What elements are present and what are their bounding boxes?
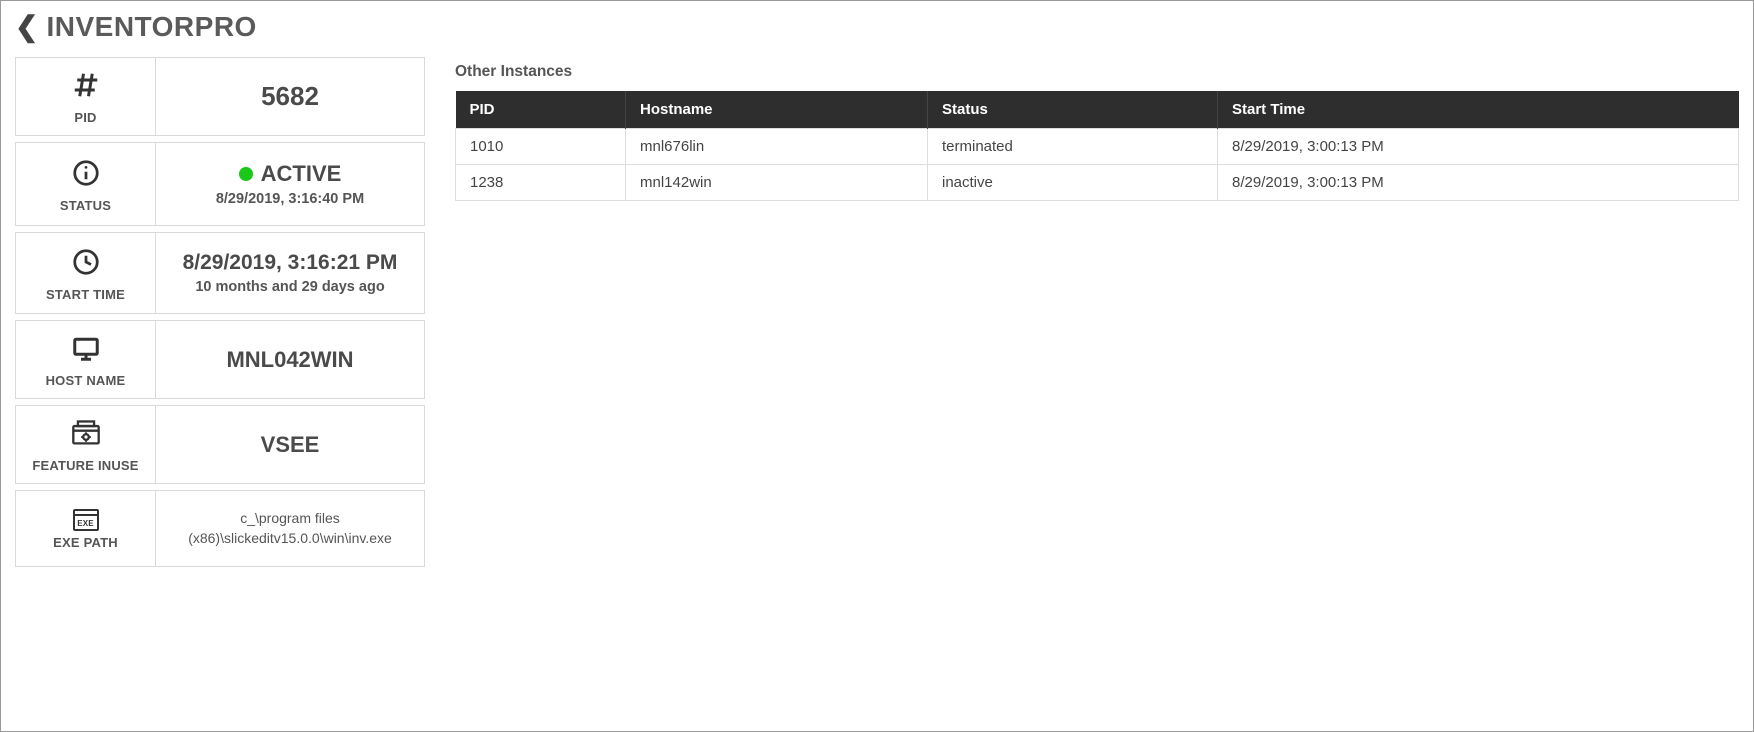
status-dot-icon — [239, 167, 253, 181]
card-host-name: HOST NAME MNL042WIN — [15, 320, 425, 399]
page-title: INVENTORPRO — [46, 11, 256, 43]
card-exe-path: EXE PATH c_\program files (x86)\slickedi… — [15, 490, 425, 567]
card-start-time-label: START TIME — [46, 287, 125, 302]
card-pid: PID 5682 — [15, 57, 425, 136]
table-row[interactable]: 1010 mnl676lin terminated 8/29/2019, 3:0… — [456, 129, 1739, 165]
hash-icon — [71, 70, 101, 106]
other-instances-title: Other Instances — [455, 63, 1739, 81]
cell-pid: 1238 — [456, 165, 626, 201]
exe-icon — [73, 509, 99, 531]
pid-value: 5682 — [261, 81, 319, 112]
table-row[interactable]: 1238 mnl142win inactive 8/29/2019, 3:00:… — [456, 165, 1739, 201]
feature-inuse-value: VSEE — [261, 432, 320, 458]
other-instances-table: PID Hostname Status Start Time 1010 mnl6… — [455, 91, 1739, 201]
other-instances-panel: Other Instances PID Hostname Status Star… — [455, 57, 1739, 567]
info-icon — [71, 158, 101, 194]
feature-icon — [71, 418, 101, 454]
card-status: STATUS ACTIVE 8/29/2019, 3:16:40 PM — [15, 142, 425, 226]
monitor-icon — [71, 333, 101, 369]
cell-start-time: 8/29/2019, 3:00:13 PM — [1218, 129, 1739, 165]
card-feature-inuse-label: FEATURE INUSE — [32, 458, 138, 473]
cell-status: inactive — [928, 165, 1218, 201]
th-status[interactable]: Status — [928, 91, 1218, 129]
card-start-time: START TIME 8/29/2019, 3:16:21 PM 10 mont… — [15, 232, 425, 314]
exe-path-value: c_\program files (x86)\slickeditv15.0.0\… — [166, 509, 414, 548]
card-pid-label: PID — [74, 110, 96, 125]
page-header: ❮ INVENTORPRO — [15, 11, 1739, 43]
card-status-label: STATUS — [60, 198, 111, 213]
cell-hostname: mnl142win — [626, 165, 928, 201]
clock-icon — [71, 247, 101, 283]
th-start-time[interactable]: Start Time — [1218, 91, 1739, 129]
status-value: ACTIVE — [261, 161, 342, 187]
card-host-name-label: HOST NAME — [46, 373, 126, 388]
status-timestamp: 8/29/2019, 3:16:40 PM — [216, 191, 364, 207]
th-hostname[interactable]: Hostname — [626, 91, 928, 129]
cell-status: terminated — [928, 129, 1218, 165]
cell-hostname: mnl676lin — [626, 129, 928, 165]
start-time-ago: 10 months and 29 days ago — [195, 279, 384, 295]
back-button[interactable]: ❮ — [15, 13, 38, 41]
start-time-value: 8/29/2019, 3:16:21 PM — [183, 251, 398, 275]
cell-pid: 1010 — [456, 129, 626, 165]
details-panel: PID 5682 STATUS ACTIVE 8/29/2019, 3:16:4… — [15, 57, 425, 567]
card-feature-inuse: FEATURE INUSE VSEE — [15, 405, 425, 484]
cell-start-time: 8/29/2019, 3:00:13 PM — [1218, 165, 1739, 201]
card-exe-path-label: EXE PATH — [53, 535, 118, 550]
th-pid[interactable]: PID — [456, 91, 626, 129]
host-name-value: MNL042WIN — [226, 347, 353, 373]
